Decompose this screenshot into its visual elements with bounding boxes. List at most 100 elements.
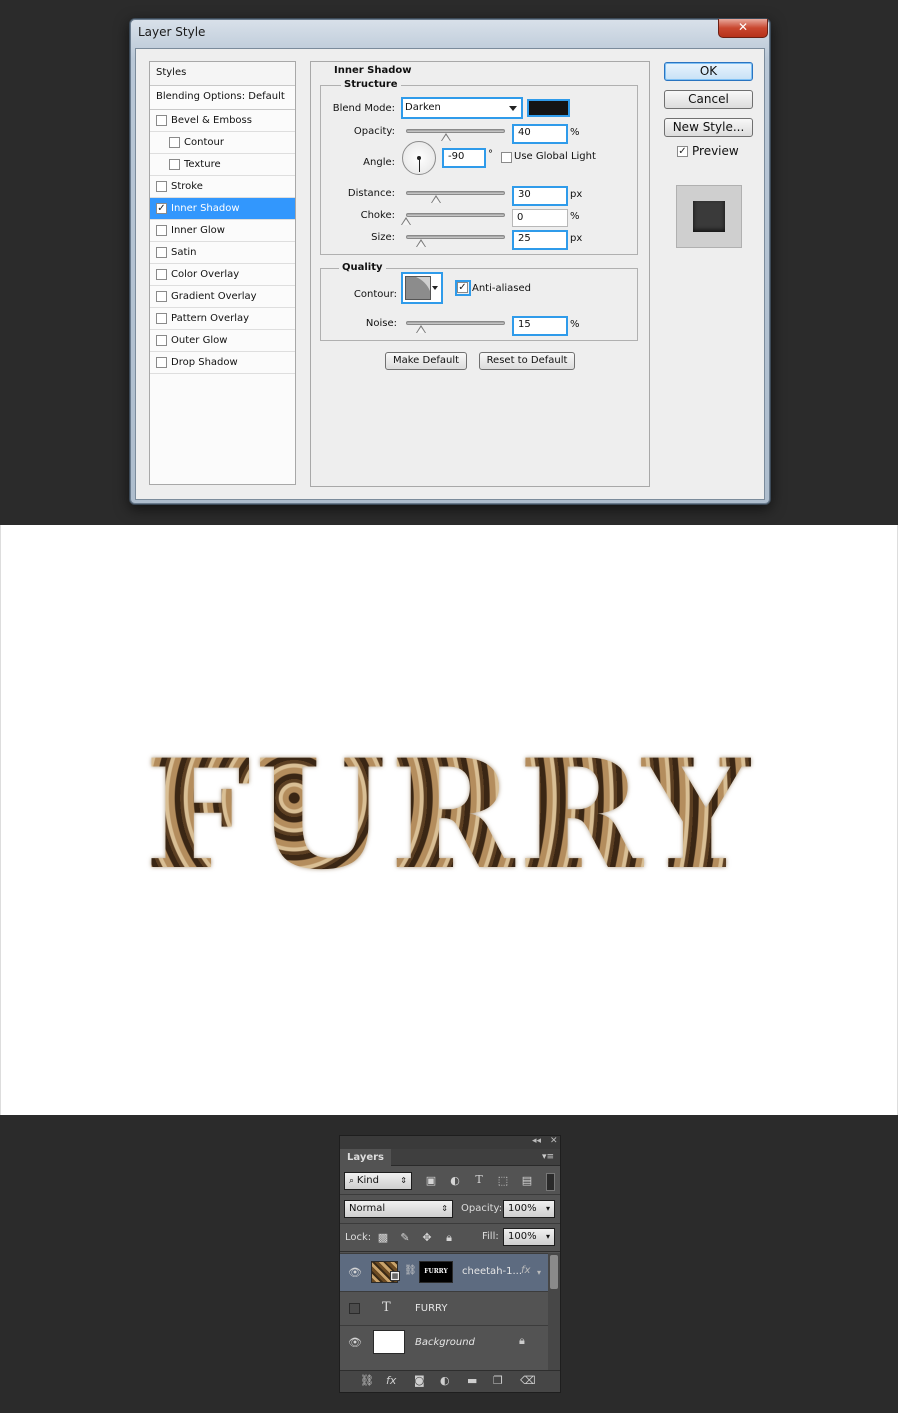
opacity-label: Opacity: [353, 126, 395, 137]
style-item-outer-glow[interactable]: Outer Glow [150, 330, 295, 352]
style-checkbox[interactable] [156, 115, 167, 126]
lock-all-icon[interactable]: 🔒︎ [442, 1231, 456, 1245]
style-item-label: Outer Glow [171, 335, 228, 346]
link-icon[interactable]: ⛓︎ [404, 1265, 417, 1276]
style-checkbox[interactable] [156, 225, 167, 236]
lock-move-icon[interactable]: ✥ [420, 1231, 434, 1244]
collapse-icon[interactable]: ◂◂ [532, 1136, 541, 1146]
eye-icon[interactable]: 👁︎ [348, 1266, 362, 1279]
filter-adjustment-icon[interactable]: ◐ [448, 1174, 462, 1187]
use-global-light-checkbox[interactable] [501, 152, 512, 163]
cancel-button[interactable]: Cancel [664, 90, 753, 109]
fill-input[interactable]: 100% ▾ [503, 1228, 555, 1246]
antialiased-checkbox[interactable]: ✓ [457, 282, 468, 293]
opacity-slider-thumb[interactable] [440, 133, 451, 141]
style-item-pattern-overlay[interactable]: Pattern Overlay [150, 308, 295, 330]
style-item-satin[interactable]: Satin [150, 242, 295, 264]
layer-name[interactable]: FURRY [415, 1303, 447, 1314]
folder-icon[interactable]: ▬ [467, 1374, 477, 1387]
dialog-title: Layer Style [138, 25, 206, 39]
panel-menu-icon[interactable]: ▾≡ [542, 1152, 554, 1162]
style-checkbox[interactable] [156, 269, 167, 280]
lock-transparent-icon[interactable]: ▩ [376, 1231, 390, 1244]
style-checkbox[interactable] [169, 137, 180, 148]
distance-input[interactable]: 30 [512, 186, 568, 206]
tab-layers[interactable]: Layers [340, 1149, 391, 1166]
style-item-inner-shadow[interactable]: ✓ Inner Shadow [150, 198, 295, 220]
close-panel-icon[interactable]: ✕ [550, 1136, 558, 1146]
opacity-input[interactable]: 40 [512, 124, 568, 144]
layer-blend-mode-select[interactable]: Normal ⇕ [344, 1200, 453, 1218]
styles-list: Styles Blending Options: Default Bevel &… [149, 61, 296, 485]
opacity-slider[interactable] [406, 129, 505, 133]
style-item-texture[interactable]: Texture [150, 154, 295, 176]
layer-opacity-input[interactable]: 100% ▾ [503, 1200, 555, 1218]
style-checkbox[interactable] [156, 313, 167, 324]
layer-name[interactable]: cheetah-1... [462, 1266, 522, 1277]
style-item-color-overlay[interactable]: Color Overlay [150, 264, 295, 286]
distance-slider[interactable] [406, 191, 505, 195]
layers-scrollbar[interactable] [548, 1253, 560, 1370]
preview-checkbox[interactable]: ✓ [677, 146, 688, 157]
filter-kind-select[interactable]: ⌕ Kind ⇕ [344, 1172, 412, 1190]
fx-icon[interactable]: fx [521, 1265, 530, 1276]
blend-mode-select[interactable]: Darken [401, 97, 523, 119]
filter-smart-object-icon[interactable]: ▤ [520, 1174, 534, 1187]
styles-header[interactable]: Styles [150, 62, 295, 86]
filter-shape-icon[interactable]: ⬚ [496, 1174, 510, 1187]
distance-slider-thumb[interactable] [430, 195, 441, 203]
trash-icon[interactable]: ⌫ [520, 1374, 536, 1387]
new-style-button[interactable]: New Style... [664, 118, 753, 137]
filter-type-icon[interactable]: T [472, 1173, 486, 1186]
style-item-gradient-overlay[interactable]: Gradient Overlay [150, 286, 295, 308]
angle-label: Angle: [363, 157, 395, 168]
contour-picker[interactable] [401, 272, 443, 304]
adjustment-icon[interactable]: ◐ [440, 1374, 450, 1387]
mask-icon[interactable]: ◙ [414, 1374, 425, 1387]
style-checkbox[interactable] [156, 357, 167, 368]
layer-row-cheetah[interactable]: 👁︎ ▦ ⛓︎ FURRY cheetah-1... fx ▾ [340, 1253, 548, 1291]
choke-input[interactable]: 0 [512, 209, 568, 227]
reset-to-default-button[interactable]: Reset to Default [479, 352, 575, 370]
visibility-toggle-empty[interactable] [349, 1303, 360, 1314]
ok-button[interactable]: OK [664, 62, 753, 81]
filter-pixel-icon[interactable]: ▣ [424, 1174, 438, 1187]
eye-icon[interactable]: 👁︎ [348, 1336, 362, 1349]
angle-input[interactable]: -90 [442, 148, 486, 168]
size-slider-thumb[interactable] [415, 239, 426, 247]
style-checkbox[interactable] [156, 335, 167, 346]
shadow-color-swatch[interactable] [527, 99, 570, 117]
style-item-stroke[interactable]: Stroke [150, 176, 295, 198]
blend-mode-value: Darken [405, 102, 441, 113]
choke-slider-thumb[interactable] [401, 217, 411, 225]
filter-toggle[interactable] [546, 1173, 555, 1191]
make-default-button[interactable]: Make Default [385, 352, 467, 370]
updown-icon: ⇕ [400, 1176, 407, 1185]
style-item-bevel-emboss[interactable]: Bevel & Emboss [150, 110, 295, 132]
style-checkbox[interactable] [169, 159, 180, 170]
fx-icon[interactable]: fx [386, 1374, 396, 1387]
noise-slider-thumb[interactable] [415, 325, 426, 333]
lock-brush-icon[interactable]: ✎ [398, 1231, 412, 1244]
layer-row-background[interactable]: 👁︎ Background 🔒︎ [340, 1325, 548, 1359]
size-input[interactable]: 25 [512, 230, 568, 250]
style-item-drop-shadow[interactable]: Drop Shadow [150, 352, 295, 374]
noise-input[interactable]: 15 [512, 316, 568, 336]
style-item-inner-glow[interactable]: Inner Glow [150, 220, 295, 242]
style-item-contour[interactable]: Contour [150, 132, 295, 154]
layer-mask-thumbnail[interactable]: FURRY [419, 1261, 453, 1283]
style-item-label: Color Overlay [171, 269, 240, 280]
new-layer-icon[interactable]: ❐ [493, 1374, 503, 1387]
close-button[interactable]: ✕ [718, 19, 768, 38]
angle-dial[interactable] [402, 141, 436, 175]
style-checkbox[interactable] [156, 247, 167, 258]
link-icon[interactable]: ⛓︎ [360, 1374, 374, 1387]
layer-name[interactable]: Background [415, 1337, 475, 1348]
blending-options-item[interactable]: Blending Options: Default [150, 86, 295, 110]
style-checkbox[interactable] [156, 181, 167, 192]
style-checkbox[interactable] [156, 291, 167, 302]
choke-slider[interactable] [406, 213, 505, 217]
style-checkbox[interactable]: ✓ [156, 203, 167, 214]
layer-row-furry[interactable]: T FURRY [340, 1291, 548, 1325]
chevron-down-icon[interactable]: ▾ [537, 1268, 541, 1277]
